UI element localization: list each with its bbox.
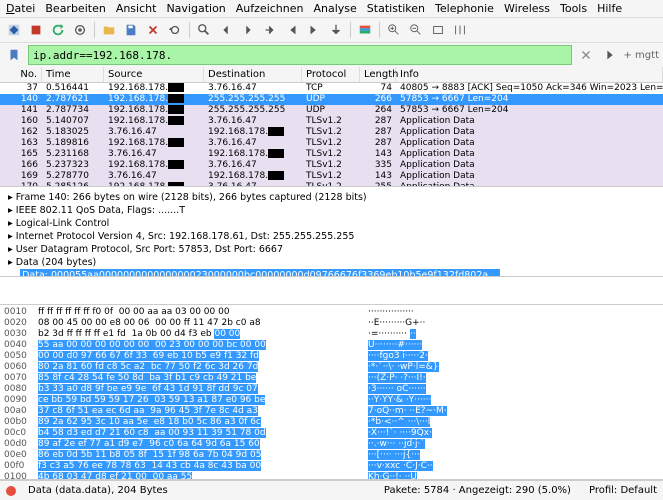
expert-info-button[interactable] <box>6 486 16 496</box>
capture-options-button[interactable] <box>70 20 90 40</box>
col-time[interactable]: Time <box>42 67 104 82</box>
menu-datei[interactable]: Datei <box>6 2 35 15</box>
packet-row[interactable]: 1402.787621192.168.178.255.255.255.255UD… <box>0 94 663 105</box>
hex-row[interactable]: 005000 00 d0 97 66 67 6f 33 69 eb 10 b5 … <box>4 351 659 362</box>
start-capture-button[interactable] <box>4 20 24 40</box>
packet-bytes-pane[interactable]: 0010ff ff ff ff ff ff f0 0f 00 00 aa aa … <box>0 305 663 480</box>
zoom-in-button[interactable] <box>384 20 404 40</box>
col-length[interactable]: Length <box>360 67 396 82</box>
col-source[interactable]: Source <box>104 67 204 82</box>
menu-bearbeiten[interactable]: Bearbeiten <box>45 2 105 15</box>
hex-row[interactable]: 0010ff ff ff ff ff ff f0 0f 00 00 aa aa … <box>4 307 659 318</box>
menu-telephonie[interactable]: Telephonie <box>435 2 494 15</box>
close-file-button[interactable] <box>143 20 163 40</box>
blank-gap <box>0 277 663 305</box>
status-profile[interactable]: Profil: Default <box>589 485 657 496</box>
details-data-row[interactable]: Data: 000055aa000000000000000023000000bc… <box>20 269 500 277</box>
hex-row[interactable]: 007085 8f c4 28 54 fe 50 8d ba 3f b1 c9 … <box>4 373 659 384</box>
packet-row[interactable]: 1695.2787703.76.16.47192.168.178.TLSv1.2… <box>0 171 663 182</box>
menu-ansicht[interactable]: Ansicht <box>116 2 157 15</box>
hex-row[interactable]: 006080 2a 81 60 fd c8 5c a2 bc 77 50 f2 … <box>4 362 659 373</box>
hex-row[interactable]: 0080b3 33 a0 d8 9f be e9 9e 6f 43 1d 91 … <box>4 384 659 395</box>
col-no[interactable]: No. <box>0 67 42 82</box>
details-row[interactable]: ▸ IEEE 802.11 QoS Data, Flags: .......T <box>8 204 655 217</box>
menu-tools[interactable]: Tools <box>560 2 587 15</box>
resize-columns-button[interactable] <box>450 20 470 40</box>
menu-analyse[interactable]: Analyse <box>313 2 356 15</box>
packet-list-pane[interactable]: No. Time Source Destination Protocol Len… <box>0 67 663 187</box>
details-row[interactable]: ▸ Internet Protocol Version 4, Src: 192.… <box>8 230 655 243</box>
menu-hilfe[interactable]: Hilfe <box>597 2 622 15</box>
hex-row[interactable]: 00d089 af 2e ef 77 a1 d9 e7 96 c0 6a 64 … <box>4 439 659 450</box>
menu-statistiken[interactable]: Statistiken <box>367 2 425 15</box>
details-row[interactable]: ▸ Data (204 bytes) <box>8 256 655 269</box>
filter-clear-button[interactable] <box>576 45 596 65</box>
last-packet-button[interactable] <box>304 20 324 40</box>
hex-row[interactable]: 00a037 c8 6f 51 ea ec 6d aa 9a 96 45 3f … <box>4 406 659 417</box>
restart-capture-button[interactable] <box>48 20 68 40</box>
packet-details-pane[interactable]: ▸ Frame 140: 266 bytes on wire (2128 bit… <box>0 187 663 277</box>
col-protocol[interactable]: Protocol <box>302 67 360 82</box>
packet-list-header: No. Time Source Destination Protocol Len… <box>0 67 663 83</box>
display-filter-bar: + mgtt <box>0 43 663 67</box>
details-row[interactable]: ▸ User Datagram Protocol, Src Port: 5785… <box>8 243 655 256</box>
col-info[interactable]: Info <box>396 67 663 82</box>
details-row[interactable]: ▸ Logical-Link Control <box>8 217 655 230</box>
hex-row[interactable]: 0090ce bb 59 bd 59 59 17 26 03 59 13 a1 … <box>4 395 659 406</box>
details-row[interactable]: ▸ Frame 140: 266 bytes on wire (2128 bit… <box>8 191 655 204</box>
status-bar: Data (data.data), 204 Bytes Pakete: 5784… <box>0 480 663 500</box>
find-button[interactable] <box>194 20 214 40</box>
filter-expression-label[interactable]: + mgtt <box>624 50 660 61</box>
menu-aufzeichnen[interactable]: Aufzeichnen <box>236 2 304 15</box>
packet-row[interactable]: 1625.1830253.76.16.47192.168.178.TLSv1.2… <box>0 127 663 138</box>
col-destination[interactable]: Destination <box>204 67 302 82</box>
autoscroll-button[interactable] <box>326 20 346 40</box>
first-packet-button[interactable] <box>282 20 302 40</box>
filter-apply-button[interactable] <box>600 45 620 65</box>
open-file-button[interactable] <box>99 20 119 40</box>
reload-button[interactable] <box>165 20 185 40</box>
go-back-button[interactable] <box>216 20 236 40</box>
hex-row[interactable]: 00c0b4 58 d3 ed d7 21 60 c8 aa 00 93 11 … <box>4 428 659 439</box>
hex-row[interactable]: 004055 aa 00 00 00 00 00 00 00 23 00 00 … <box>4 340 659 351</box>
filter-bookmark-button[interactable] <box>4 45 24 65</box>
hex-row[interactable]: 00f0f3 c3 a5 76 ee 78 78 63 14 43 cb 4a … <box>4 461 659 472</box>
go-forward-button[interactable] <box>238 20 258 40</box>
packet-row[interactable]: 1665.237323192.168.178.3.76.16.47TLSv1.2… <box>0 160 663 171</box>
display-filter-input[interactable] <box>28 45 572 65</box>
zoom-out-button[interactable] <box>406 20 426 40</box>
colorize-button[interactable] <box>355 20 375 40</box>
menu-wireless[interactable]: Wireless <box>504 2 550 15</box>
hex-row[interactable]: 01004b 68 03 47 d8 ef 21 00 00 aa 55Kh·G… <box>4 472 659 480</box>
menu-bar: Datei Bearbeiten Ansicht Navigation Aufz… <box>0 0 663 18</box>
packet-row[interactable]: 1605.140707192.168.178.3.76.16.47TLSv1.2… <box>0 116 663 127</box>
save-file-button[interactable] <box>121 20 141 40</box>
packet-row[interactable]: 370.516441192.168.178.3.76.16.47TCP74408… <box>0 83 663 94</box>
goto-packet-button[interactable] <box>260 20 280 40</box>
packet-row[interactable]: 1655.2311683.76.16.47192.168.178.TLSv1.2… <box>0 149 663 160</box>
hex-row[interactable]: 0030b2 3d ff ff ff ff e1 fd 1a 0b 00 d4 … <box>4 329 659 340</box>
hex-row[interactable]: 002008 00 45 00 00 e8 00 06 00 00 ff 11 … <box>4 318 659 329</box>
zoom-reset-button[interactable] <box>428 20 448 40</box>
hex-row[interactable]: 00e086 eb 0d 5b 11 b8 05 8f 15 1f 98 6a … <box>4 450 659 461</box>
packet-row[interactable]: 1412.787734192.168.178.255.255.255.255UD… <box>0 105 663 116</box>
status-field-label: Data (data.data), 204 Bytes <box>28 485 168 496</box>
status-packet-count: Pakete: 5784 · Angezeigt: 290 (5.0%) <box>384 485 571 496</box>
hex-row[interactable]: 00b089 2a 62 95 3c 10 aa 5e e8 18 b0 5c … <box>4 417 659 428</box>
packet-row[interactable]: 1635.189816192.168.178.3.76.16.47TLSv1.2… <box>0 138 663 149</box>
stop-capture-button[interactable] <box>26 20 46 40</box>
main-toolbar <box>0 18 663 43</box>
menu-navigation[interactable]: Navigation <box>166 2 225 15</box>
